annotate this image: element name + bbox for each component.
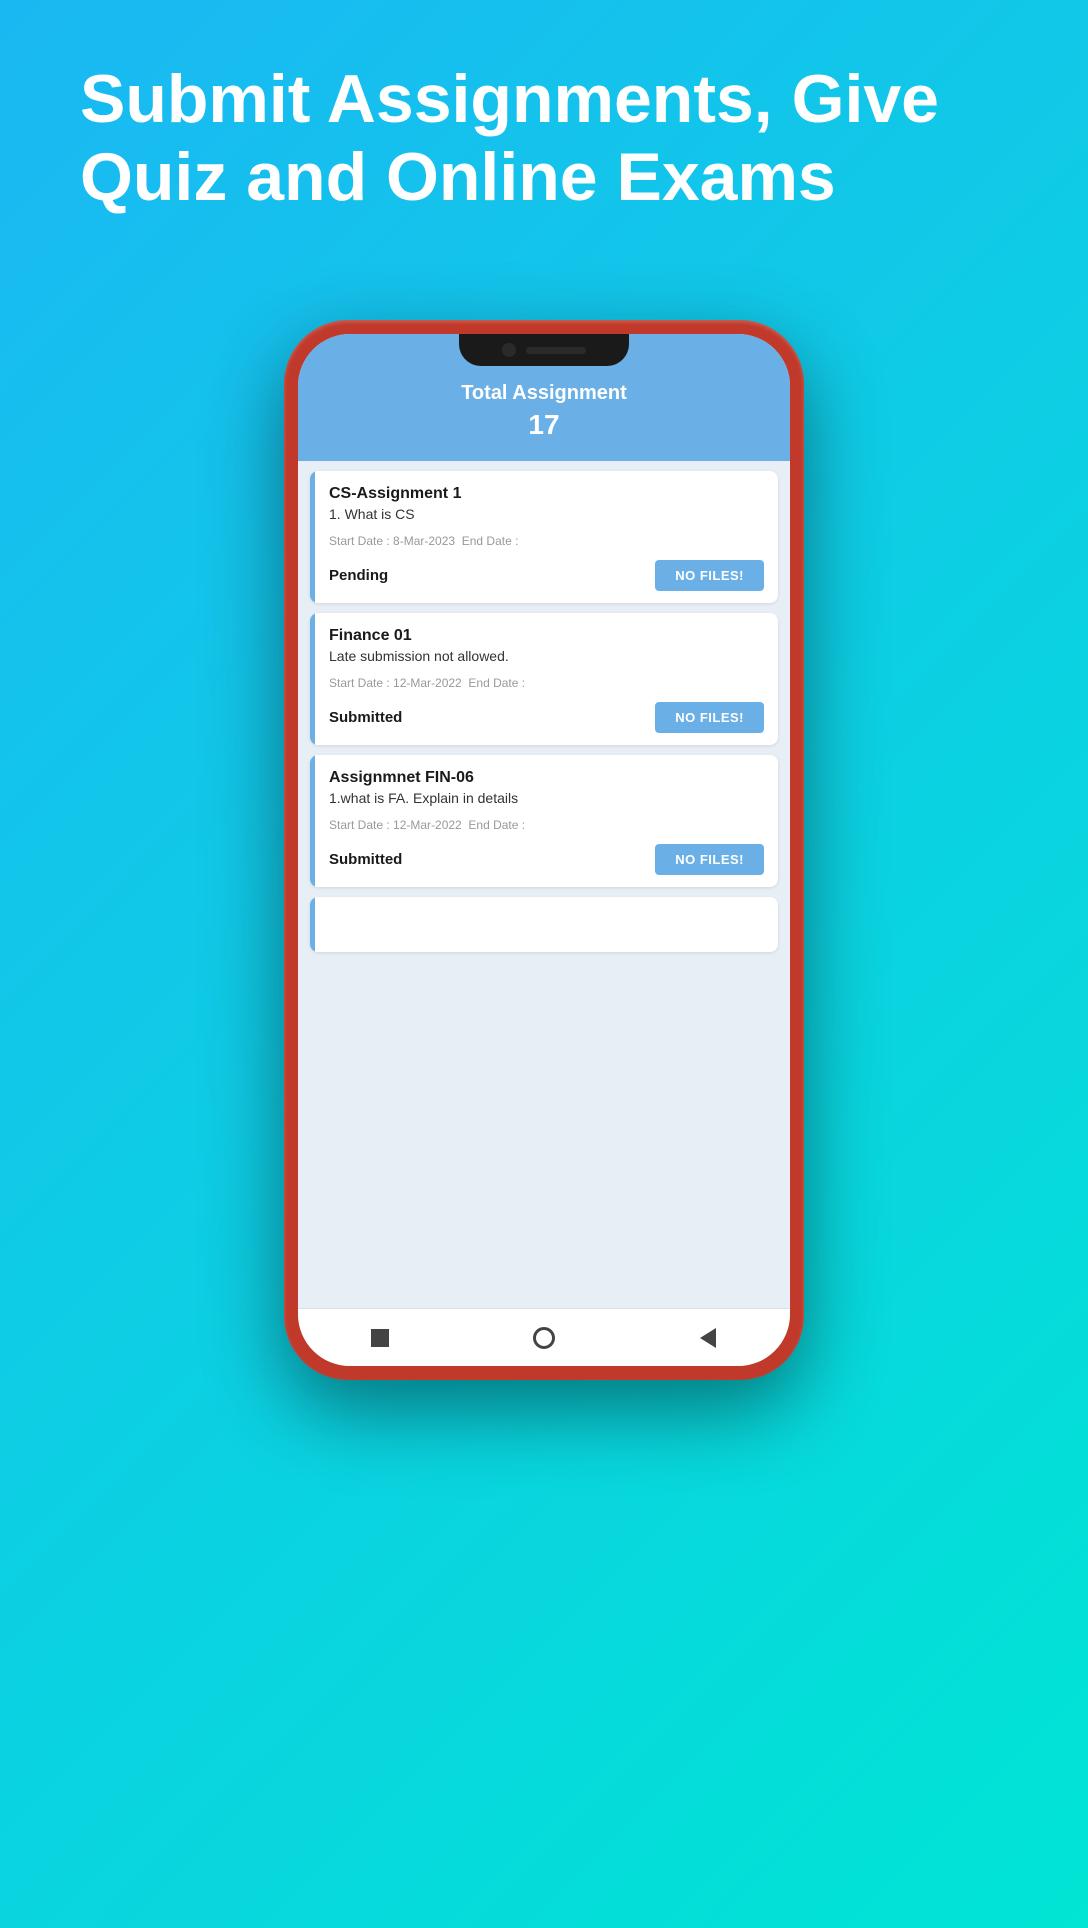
no-files-button[interactable]: NO FILES! bbox=[655, 844, 764, 875]
home-icon bbox=[533, 1327, 555, 1349]
end-date: End Date : bbox=[468, 676, 525, 690]
card-content: Finance 01 Late submission not allowed. … bbox=[315, 613, 778, 745]
end-date: End Date : bbox=[468, 818, 525, 832]
status-badge: Submitted bbox=[329, 851, 402, 868]
assignment-card: Assignmnet FIN-06 1.what is FA. Explain … bbox=[310, 755, 778, 887]
start-date: Start Date : 12-Mar-2022 bbox=[329, 818, 462, 832]
assignment-title: CS-Assignment 1 bbox=[329, 485, 764, 503]
total-assignment-count: 17 bbox=[318, 409, 770, 441]
phone-notch bbox=[459, 334, 629, 366]
assignments-list: CS-Assignment 1 1. What is CS Start Date… bbox=[298, 461, 790, 1308]
back-button[interactable] bbox=[692, 1322, 724, 1354]
card-footer: Pending NO FILES! bbox=[329, 560, 764, 591]
card-content: Assignmnet FIN-06 1.what is FA. Explain … bbox=[315, 755, 778, 887]
assignment-card: CS-Assignment 1 1. What is CS Start Date… bbox=[310, 471, 778, 603]
home-button[interactable] bbox=[528, 1322, 560, 1354]
page-header: Submit Assignments, Give Quiz and Online… bbox=[0, 0, 1088, 256]
card-accent-bar bbox=[310, 897, 315, 952]
app-screen: Total Assignment 17 CS-Assignment 1 1. W… bbox=[298, 334, 790, 1366]
card-content: CS-Assignment 1 1. What is CS Start Date… bbox=[315, 471, 778, 603]
no-files-button[interactable]: NO FILES! bbox=[655, 560, 764, 591]
card-footer: Submitted NO FILES! bbox=[329, 844, 764, 875]
assignment-title: Finance 01 bbox=[329, 627, 764, 645]
assignment-subtitle: 1.what is FA. Explain in details bbox=[329, 790, 764, 806]
camera-icon bbox=[502, 343, 516, 357]
assignment-subtitle: Late submission not allowed. bbox=[329, 648, 764, 664]
speaker-icon bbox=[526, 347, 586, 354]
assignment-dates: Start Date : 12-Mar-2022 End Date : bbox=[329, 818, 764, 832]
status-badge: Pending bbox=[329, 567, 388, 584]
phone-frame: Total Assignment 17 CS-Assignment 1 1. W… bbox=[284, 320, 804, 1380]
assignment-dates: Start Date : 12-Mar-2022 End Date : bbox=[329, 676, 764, 690]
phone-container: Total Assignment 17 CS-Assignment 1 1. W… bbox=[284, 320, 804, 1380]
start-date: Start Date : 8-Mar-2023 bbox=[329, 534, 455, 548]
end-date: End Date : bbox=[462, 534, 519, 548]
stop-button[interactable] bbox=[364, 1322, 396, 1354]
assignment-card: Finance 01 Late submission not allowed. … bbox=[310, 613, 778, 745]
phone-screen: Total Assignment 17 CS-Assignment 1 1. W… bbox=[298, 334, 790, 1366]
assignment-dates: Start Date : 8-Mar-2023 End Date : bbox=[329, 534, 764, 548]
start-date: Start Date : 12-Mar-2022 bbox=[329, 676, 462, 690]
stop-icon bbox=[371, 1329, 389, 1347]
no-files-button[interactable]: NO FILES! bbox=[655, 702, 764, 733]
status-badge: Submitted bbox=[329, 709, 402, 726]
back-icon bbox=[700, 1328, 716, 1348]
assignment-subtitle: 1. What is CS bbox=[329, 506, 764, 522]
partial-assignment-card bbox=[310, 897, 778, 952]
assignment-title: Assignmnet FIN-06 bbox=[329, 769, 764, 787]
card-footer: Submitted NO FILES! bbox=[329, 702, 764, 733]
page-title: Submit Assignments, Give Quiz and Online… bbox=[80, 60, 1008, 216]
total-assignment-label: Total Assignment bbox=[318, 382, 770, 405]
bottom-navigation bbox=[298, 1308, 790, 1366]
